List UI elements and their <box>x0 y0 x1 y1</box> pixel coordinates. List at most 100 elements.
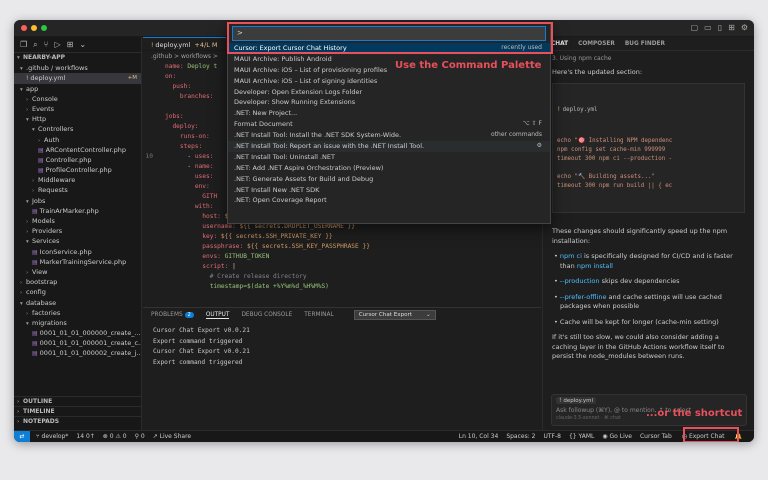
toggle-secondary-sidebar-icon[interactable]: ▯ <box>718 23 722 32</box>
command-item[interactable]: Format Document ⌥ ⇧ F <box>228 119 550 130</box>
command-item[interactable]: .NET Install Tool: Uninstall .NET <box>228 152 550 163</box>
tree-item[interactable]: › Auth <box>14 135 141 145</box>
branch-indicator[interactable]: ⑂ develop* <box>36 431 68 442</box>
source-control-icon[interactable]: ⑂ <box>44 40 49 49</box>
close-window-button[interactable] <box>21 25 27 31</box>
command-item[interactable]: MAUI Archive: iOS – List of signing iden… <box>228 76 550 87</box>
tree-item-label: 0001_01_01_000000_create_... <box>39 329 141 338</box>
code-text: on: <box>165 73 177 80</box>
chat-tab-chat[interactable]: CHAT <box>551 41 568 47</box>
tree-item[interactable]: ▾ Controllers <box>14 124 141 134</box>
cursor-position[interactable]: Ln 10, Col 34 <box>459 431 499 442</box>
command-meta: ⌥ ⇧ F <box>522 120 542 128</box>
command-item[interactable]: .NET Install Tool: Report an issue with … <box>228 141 550 152</box>
layout-icon[interactable]: ⊞ <box>728 23 735 32</box>
sidebar-section-timeline[interactable]: › TIMELINE <box>14 406 142 416</box>
tree-item[interactable]: ▤ 0001_01_01_000002_create_j... <box>14 348 141 358</box>
panel-tab-output[interactable]: OUTPUT <box>205 312 230 319</box>
tree-item[interactable]: › Requests <box>14 185 141 195</box>
chat-tab-composer[interactable]: COMPOSER <box>578 41 615 47</box>
chat-intro-top: 3. Using npm cache <box>552 55 612 62</box>
sidebar-section-outline[interactable]: › OUTLINE <box>14 396 142 406</box>
command-item[interactable]: .NET: Open Coverage Report <box>228 195 550 206</box>
sync-indicator[interactable]: 14 0↑ <box>76 431 94 442</box>
command-item[interactable]: .NET: Add .NET Aspire Orchestration (Pre… <box>228 163 550 174</box>
inline-code: --production <box>559 277 600 285</box>
output-channel-value: Cursor Chat Export <box>358 312 413 318</box>
code-text: envs: GITHUB_TOKEN <box>202 253 270 260</box>
run-debug-icon[interactable]: ▷ <box>54 40 60 49</box>
tree-item[interactable]: ▾ .github / workflows <box>14 63 141 73</box>
extensions-icon[interactable]: ⊞ <box>67 40 74 49</box>
tree-item[interactable]: › Middleware <box>14 175 141 185</box>
tab-deploy-yml[interactable]: ! deploy.yml +4/L M <box>143 37 226 50</box>
tree-item[interactable]: ▾ database <box>14 298 141 308</box>
remote-indicator-icon[interactable]: ⇄ <box>14 431 30 442</box>
sidebar-section-notepads[interactable]: › NOTEPADS <box>14 416 142 426</box>
code-block-line: npm config set cache-min 999999 <box>557 147 666 153</box>
toggle-panel-icon[interactable]: ▭ <box>704 23 712 32</box>
tree-item[interactable]: ! deploy.yml +M <box>14 73 141 84</box>
tree-item-label: IconService.php <box>39 247 92 256</box>
tree-item[interactable]: ▾ Jobs <box>14 196 141 206</box>
tree-item-label: Http <box>32 115 47 124</box>
indentation[interactable]: Spaces: 2 <box>506 431 535 442</box>
code-text: - uses: <box>187 153 214 160</box>
command-label: .NET Install Tool: Report an issue with … <box>234 142 425 151</box>
panel-tab-label: DEBUG CONSOLE <box>241 312 293 318</box>
language-mode[interactable]: {} YAML <box>569 431 594 442</box>
inline-code: npm ci <box>559 252 582 260</box>
zoom-window-button[interactable] <box>41 25 47 31</box>
tree-item[interactable]: ▤ IconService.php <box>14 247 141 257</box>
tree-item[interactable]: › Events <box>14 104 141 114</box>
output-line: Cursor Chat Export v0.0.21 <box>153 348 250 355</box>
settings-gear-icon[interactable]: ⚙ <box>741 23 748 32</box>
search-icon[interactable]: ⌕ <box>33 40 37 49</box>
palette-annotation: Use the Command Palette <box>395 60 542 71</box>
live-share-button[interactable]: ↗ Live Share <box>153 431 191 442</box>
tree-item[interactable]: ▤ Controller.php <box>14 155 141 165</box>
command-item[interactable]: .NET: New Project... <box>228 108 550 119</box>
tree-item[interactable]: ▾ Services <box>14 236 141 246</box>
tree-item[interactable]: ▤ 0001_01_01_000000_create_... <box>14 328 141 338</box>
tree-item[interactable]: › config <box>14 287 141 297</box>
tree-item[interactable]: ▤ MarkerTrainingService.php <box>14 257 141 267</box>
context-chip[interactable]: ! deploy.yml <box>556 397 597 404</box>
tree-item[interactable]: › Models <box>14 216 141 226</box>
tree-item[interactable]: ▾ Http <box>14 114 141 124</box>
tree-item[interactable]: ▾ app <box>14 84 141 94</box>
command-label: Format Document <box>234 120 293 129</box>
tree-item[interactable]: › Console <box>14 94 141 104</box>
go-live-button[interactable]: ◉ Go Live <box>602 431 632 442</box>
cursor-tab-button[interactable]: Cursor Tab <box>640 431 672 442</box>
ports-indicator[interactable]: ⚲ 0 <box>135 431 145 442</box>
explorer-icon[interactable]: ❐ <box>20 40 27 49</box>
tree-item[interactable]: › factories <box>14 308 141 318</box>
command-item[interactable]: Developer: Open Extension Logs Folder <box>228 87 550 98</box>
minimize-window-button[interactable] <box>31 25 37 31</box>
encoding[interactable]: UTF-8 <box>543 431 561 442</box>
tree-item[interactable]: ▤ TrainArMarker.php <box>14 206 141 216</box>
chevron-down-icon[interactable]: ⌄ <box>79 40 86 49</box>
panel-tab-debug-console[interactable]: DEBUG CONSOLE <box>241 312 292 318</box>
command-item[interactable]: .NET: Generate Assets for Build and Debu… <box>228 174 550 185</box>
tree-item[interactable]: ▤ ProfileController.php <box>14 165 141 175</box>
tree-item[interactable]: › bootstrap <box>14 277 141 287</box>
code-text: with: <box>194 203 214 210</box>
tree-item[interactable]: ▤ 0001_01_01_000001_create_c... <box>14 338 141 348</box>
problems-indicator[interactable]: ⊗ 0 ⚠ 0 <box>103 431 127 442</box>
command-label: .NET: Generate Assets for Build and Debu… <box>234 174 374 183</box>
explorer-project-header[interactable]: ▾ NEARBY-APP <box>14 53 141 63</box>
panel-tab-terminal[interactable]: TERMINAL <box>304 312 333 318</box>
panel-tab-problems[interactable]: PROBLEMS 2 <box>151 312 194 318</box>
output-channel-select[interactable]: Cursor Chat Export ⌄ <box>353 310 436 320</box>
toggle-sidebar-icon[interactable]: ▢ <box>691 23 699 32</box>
tree-item[interactable]: ▤ ARContentController.php <box>14 145 141 155</box>
tree-item[interactable]: ▾ migrations <box>14 318 141 328</box>
command-item[interactable]: Developer: Show Running Extensions <box>228 97 550 108</box>
tree-item[interactable]: › View <box>14 267 141 277</box>
command-item[interactable]: .NET Install New .NET SDK <box>228 185 550 196</box>
command-item[interactable]: .NET Install Tool: Install the .NET SDK … <box>228 130 550 141</box>
chat-tab-bug-finder[interactable]: BUG FINDER <box>625 41 665 47</box>
tree-item[interactable]: › Providers <box>14 226 141 236</box>
